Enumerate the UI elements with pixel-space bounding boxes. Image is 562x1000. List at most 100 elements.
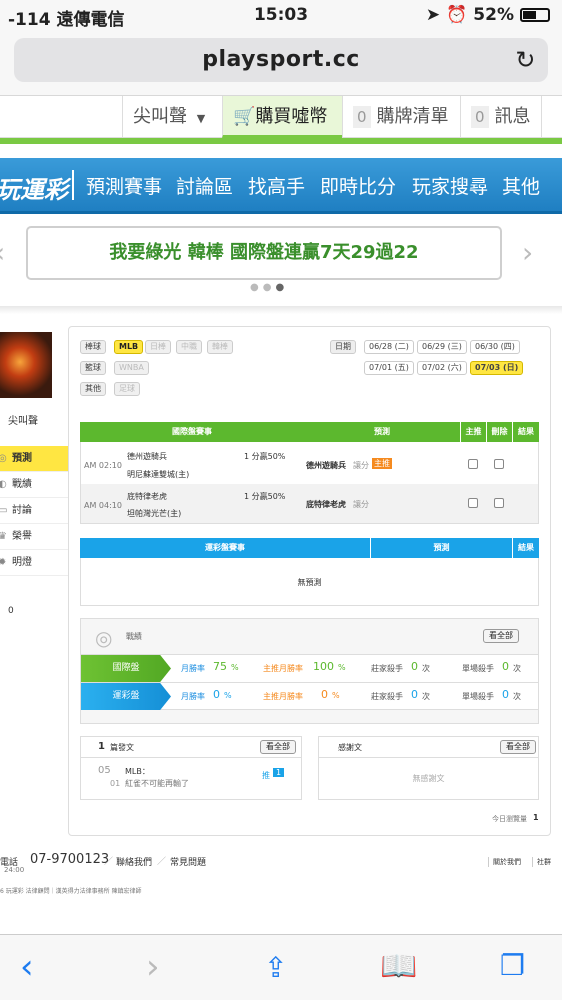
posts-title: 篇發文: [110, 743, 134, 752]
record-row-lottery: 運彩盤 月勝率 0 % 主推月勝率 0 % 莊家殺手 0 次 單場殺手 0 次: [81, 682, 538, 710]
filter-cpbl[interactable]: 中職: [176, 340, 202, 354]
date-0630[interactable]: 06/30 (四): [470, 340, 520, 354]
menu-discussion[interactable]: ▭ 討論: [0, 498, 74, 524]
date-0703[interactable]: 07/03 (日): [470, 361, 524, 375]
avatar[interactable]: [0, 332, 52, 398]
divider: ／: [157, 857, 167, 867]
contact-link[interactable]: 聯絡我們: [116, 855, 152, 868]
delete-checkbox[interactable]: [494, 498, 504, 508]
lottery-header-result: 結果: [512, 538, 539, 558]
lottery-badge: 運彩盤: [81, 683, 171, 710]
banner-next-icon[interactable]: ›: [522, 236, 533, 269]
record-view-all-button[interactable]: 看全部: [483, 629, 519, 643]
browser-bottom-toolbar: ‹ › ⇪ 📖 ❐: [0, 934, 562, 1000]
about-link[interactable]: 關於我們: [488, 857, 521, 867]
line-text: 1 分贏50%: [244, 492, 286, 501]
nav-predict[interactable]: 預測賽事: [86, 172, 162, 199]
table-row: AM 04:10 底特律老虎 坦帕灣光芒(主) 1 分贏50% 底特律老虎 讓分: [81, 484, 538, 523]
nav-other[interactable]: 其他: [502, 172, 540, 199]
tabs-icon[interactable]: ❐: [500, 949, 525, 982]
no-thanks-text: 無感謝文: [412, 774, 445, 783]
nav-player-search[interactable]: 玩家搜尋: [412, 172, 488, 199]
address-bar[interactable]: playsport.cc ↻: [14, 38, 548, 82]
date-0702[interactable]: 07/02 (六): [417, 361, 467, 375]
share-icon[interactable]: ⇪: [264, 951, 287, 984]
pick-type: 讓分: [353, 461, 369, 470]
menu-record[interactable]: ◐ 戰績: [0, 472, 74, 498]
today-views-label: 今日瀏覽量: [492, 815, 527, 823]
nav-experts[interactable]: 找高手: [248, 172, 305, 199]
profile-name: 尖叫聲: [8, 416, 38, 427]
team-away: 底特律老虎: [127, 492, 167, 501]
reload-icon[interactable]: ↻: [515, 38, 536, 82]
pick-team: 德州遊騎兵: [306, 461, 346, 470]
buy-coins-button[interactable]: 🛒購買噓幣: [222, 96, 342, 138]
lottery-monthly-label: 月勝率: [181, 692, 205, 701]
carousel-dots: ●●●: [250, 282, 289, 293]
filter-npb[interactable]: 日棒: [145, 340, 171, 354]
cart-icon: 🛒: [233, 106, 256, 127]
nav-livescore[interactable]: 即時比分: [320, 172, 396, 199]
filter-mlb[interactable]: MLB: [114, 340, 144, 354]
site-logo[interactable]: 玩運彩: [0, 170, 68, 205]
divider: [319, 757, 538, 758]
record-title: 戰績: [126, 632, 142, 641]
date-0629[interactable]: 06/29 (三): [417, 340, 467, 354]
back-icon[interactable]: ‹: [20, 947, 34, 987]
intl-monthly-label: 月勝率: [181, 664, 205, 673]
forward-icon[interactable]: ›: [146, 947, 160, 987]
post-title[interactable]: 紅雀不可能再輸了: [125, 778, 189, 789]
trophy-icon: ♛: [0, 531, 7, 542]
main-pick-checkbox[interactable]: [468, 498, 478, 508]
user-menu[interactable]: 尖叫聲 ▼: [122, 96, 215, 138]
filter-wnba[interactable]: WNBA: [114, 361, 149, 375]
filter-soccer[interactable]: 足球: [114, 382, 140, 396]
thanks-view-all-button[interactable]: 看全部: [500, 740, 536, 754]
messages-label: 訊息: [494, 106, 531, 127]
game-time: AM 04:10: [84, 501, 122, 510]
messages-link[interactable]: 0 訊息: [460, 96, 542, 138]
game-time: AM 02:10: [84, 461, 122, 470]
main-pick-checkbox[interactable]: [468, 459, 478, 469]
push-count: 1: [273, 768, 285, 777]
chart-icon: ◐: [0, 479, 7, 490]
post-category: MLB：: [125, 767, 150, 776]
intl-monthly-pct: %: [231, 663, 239, 672]
cart-list-link[interactable]: 0 購牌清單: [342, 96, 459, 138]
lottery-single-unit: 次: [513, 692, 521, 701]
faq-link[interactable]: 常見問題: [170, 855, 206, 868]
intl-badge: 國際盤: [81, 655, 171, 682]
delete-checkbox[interactable]: [494, 459, 504, 469]
filter-kbo[interactable]: 韓棒: [207, 340, 233, 354]
posts-view-all-button[interactable]: 看全部: [260, 740, 296, 754]
bookmarks-icon[interactable]: 📖: [380, 949, 417, 984]
nav-forum[interactable]: 討論區: [176, 172, 233, 199]
chat-icon: ▭: [0, 505, 8, 516]
menu-honor[interactable]: ♛ 榮譽: [0, 524, 74, 550]
cart-label: 購牌清單: [376, 106, 449, 127]
divider: ／: [104, 857, 114, 867]
filter-label-baseball: 棒球: [80, 340, 106, 354]
header-divider: [0, 138, 562, 144]
date-label: 日期: [330, 340, 356, 354]
intl-single-label: 單場殺手: [462, 664, 494, 673]
today-views-value: 1: [533, 813, 539, 822]
push-label: 推: [262, 771, 270, 780]
community-link[interactable]: 社群: [532, 857, 551, 867]
status-bar: -114 遠傳電信 15:03 ➤ ⏰ 52%: [0, 0, 562, 30]
date-0628[interactable]: 06/28 (二): [364, 340, 414, 354]
intl-killer-value: 0: [411, 660, 418, 673]
pick-team: 底特律老虎: [306, 500, 346, 509]
phone-number: 07-9700123: [30, 852, 110, 867]
banner-prev-icon[interactable]: ‹: [0, 236, 5, 269]
nav-divider: [72, 170, 74, 200]
menu-beacon[interactable]: ✹ 明燈: [0, 550, 74, 576]
date-0701[interactable]: 07/01 (五): [364, 361, 414, 375]
user-name: 尖叫聲: [133, 106, 187, 127]
menu-predict[interactable]: ◎ 預測: [0, 446, 74, 472]
promo-banner[interactable]: 我要綠光 韓棒 國際盤連贏7天29過22: [26, 226, 502, 280]
intl-header-pick: 預測: [304, 422, 460, 442]
intl-single-unit: 次: [513, 664, 521, 673]
intl-main-monthly-value: 100: [313, 660, 334, 673]
lottery-header-game: 運彩盤賽事: [80, 538, 370, 558]
